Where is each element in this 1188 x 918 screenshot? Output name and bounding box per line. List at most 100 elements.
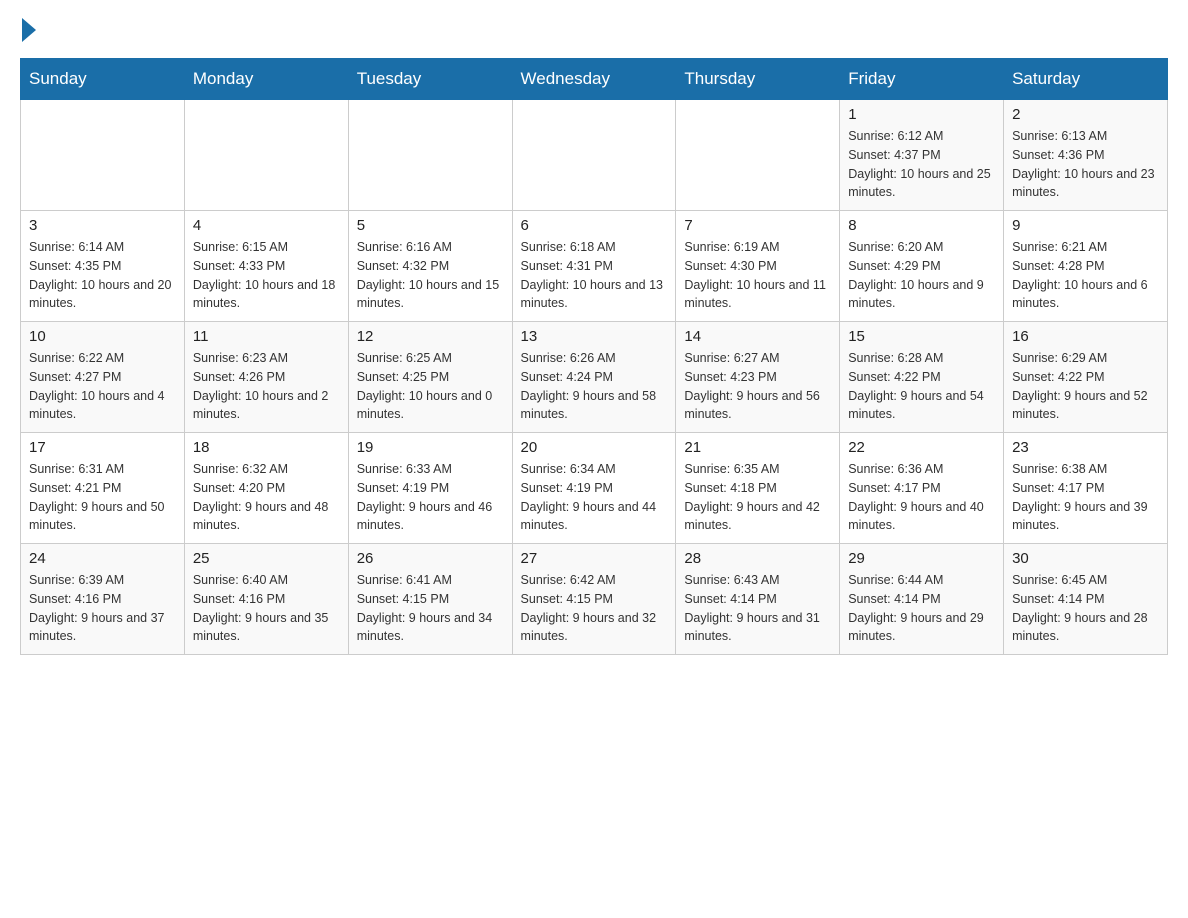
calendar-week-row: 1 Sunrise: 6:12 AMSunset: 4:37 PMDaylight… — [21, 100, 1168, 211]
day-number: 19 — [357, 439, 504, 456]
calendar-cell: 30Sunrise: 6:45 AMSunset: 4:14 PMDayligh… — [1004, 544, 1168, 655]
day-number: 24 — [29, 550, 176, 567]
calendar-header-row: SundayMondayTuesdayWednesdayThursdayFrid… — [21, 59, 1168, 100]
calendar-cell: 11Sunrise: 6:23 AMSunset: 4:26 PMDayligh… — [184, 322, 348, 433]
day-info: Sunrise: 6:40 AMSunset: 4:16 PMDaylight:… — [193, 571, 340, 646]
calendar-week-row: 10 Sunrise: 6:22 AMSunset: 4:27 PMDayligh… — [21, 322, 1168, 433]
day-info: Sunrise: 6:18 AMSunset: 4:31 PMDaylight:… — [521, 238, 668, 313]
calendar-cell: 25 Sunrise: 6:40 AMSunset: 4:16 PMDayligh… — [184, 544, 348, 655]
day-info: Sunrise: 6:22 AMSunset: 4:27 PMDaylight:… — [29, 349, 176, 424]
calendar-cell: 22Sunrise: 6:36 AMSunset: 4:17 PMDayligh… — [840, 433, 1004, 544]
day-info: Sunrise: 6:33 AMSunset: 4:19 PMDaylight:… — [357, 460, 504, 535]
calendar-cell: 5 Sunrise: 6:16 AMSunset: 4:32 PMDaylight… — [348, 211, 512, 322]
day-number: 5 — [357, 217, 504, 234]
day-info: Sunrise: 6:16 AMSunset: 4:32 PMDaylight:… — [357, 238, 504, 313]
day-number: 23 — [1012, 439, 1159, 456]
calendar-cell: 27Sunrise: 6:42 AMSunset: 4:15 PMDayligh… — [512, 544, 676, 655]
day-info: Sunrise: 6:15 AMSunset: 4:33 PMDaylight:… — [193, 238, 340, 313]
calendar-cell: 1 Sunrise: 6:12 AMSunset: 4:37 PMDaylight… — [840, 100, 1004, 211]
calendar-week-row: 17 Sunrise: 6:31 AMSunset: 4:21 PMDayligh… — [21, 433, 1168, 544]
day-info: Sunrise: 6:32 AMSunset: 4:20 PMDaylight:… — [193, 460, 340, 535]
day-info: Sunrise: 6:26 AMSunset: 4:24 PMDaylight:… — [521, 349, 668, 424]
calendar-cell — [184, 100, 348, 211]
day-number: 29 — [848, 550, 995, 567]
day-info: Sunrise: 6:35 AMSunset: 4:18 PMDaylight:… — [684, 460, 831, 535]
day-number: 30 — [1012, 550, 1159, 567]
day-number: 25 — [193, 550, 340, 567]
calendar-cell: 6 Sunrise: 6:18 AMSunset: 4:31 PMDaylight… — [512, 211, 676, 322]
day-info: Sunrise: 6:21 AMSunset: 4:28 PMDaylight:… — [1012, 238, 1159, 313]
day-info: Sunrise: 6:36 AMSunset: 4:17 PMDaylight:… — [848, 460, 995, 535]
day-number: 21 — [684, 439, 831, 456]
calendar-cell: 24 Sunrise: 6:39 AMSunset: 4:16 PMDayligh… — [21, 544, 185, 655]
calendar-cell: 20Sunrise: 6:34 AMSunset: 4:19 PMDayligh… — [512, 433, 676, 544]
calendar-cell — [676, 100, 840, 211]
calendar-cell: 23 Sunrise: 6:38 AMSunset: 4:17 PMDayligh… — [1004, 433, 1168, 544]
calendar-cell: 17 Sunrise: 6:31 AMSunset: 4:21 PMDayligh… — [21, 433, 185, 544]
day-number: 20 — [521, 439, 668, 456]
calendar-cell: 29 Sunrise: 6:44 AMSunset: 4:14 PMDayligh… — [840, 544, 1004, 655]
calendar-cell — [512, 100, 676, 211]
day-number: 17 — [29, 439, 176, 456]
day-of-week-header: Saturday — [1004, 59, 1168, 100]
day-number: 18 — [193, 439, 340, 456]
day-number: 13 — [521, 328, 668, 345]
day-info: Sunrise: 6:29 AMSunset: 4:22 PMDaylight:… — [1012, 349, 1159, 424]
day-number: 10 — [29, 328, 176, 345]
day-of-week-header: Tuesday — [348, 59, 512, 100]
day-info: Sunrise: 6:14 AMSunset: 4:35 PMDaylight:… — [29, 238, 176, 313]
calendar-cell: 19 Sunrise: 6:33 AMSunset: 4:19 PMDayligh… — [348, 433, 512, 544]
day-of-week-header: Wednesday — [512, 59, 676, 100]
calendar-cell: 28Sunrise: 6:43 AMSunset: 4:14 PMDayligh… — [676, 544, 840, 655]
calendar-cell: 18 Sunrise: 6:32 AMSunset: 4:20 PMDayligh… — [184, 433, 348, 544]
day-number: 15 — [848, 328, 995, 345]
day-number: 16 — [1012, 328, 1159, 345]
day-info: Sunrise: 6:28 AMSunset: 4:22 PMDaylight:… — [848, 349, 995, 424]
day-info: Sunrise: 6:27 AMSunset: 4:23 PMDaylight:… — [684, 349, 831, 424]
day-number: 6 — [521, 217, 668, 234]
calendar-cell — [348, 100, 512, 211]
calendar-cell: 7Sunrise: 6:19 AMSunset: 4:30 PMDaylight… — [676, 211, 840, 322]
day-number: 4 — [193, 217, 340, 234]
day-number: 11 — [193, 328, 340, 345]
calendar-week-row: 3 Sunrise: 6:14 AMSunset: 4:35 PMDaylight… — [21, 211, 1168, 322]
calendar-cell: 16 Sunrise: 6:29 AMSunset: 4:22 PMDayligh… — [1004, 322, 1168, 433]
day-of-week-header: Thursday — [676, 59, 840, 100]
day-number: 2 — [1012, 106, 1159, 123]
calendar-cell — [21, 100, 185, 211]
calendar-cell: 14Sunrise: 6:27 AMSunset: 4:23 PMDayligh… — [676, 322, 840, 433]
calendar-cell: 8Sunrise: 6:20 AMSunset: 4:29 PMDaylight… — [840, 211, 1004, 322]
calendar-cell: 3 Sunrise: 6:14 AMSunset: 4:35 PMDaylight… — [21, 211, 185, 322]
day-info: Sunrise: 6:38 AMSunset: 4:17 PMDaylight:… — [1012, 460, 1159, 535]
day-info: Sunrise: 6:43 AMSunset: 4:14 PMDaylight:… — [684, 571, 831, 646]
calendar-cell: 21 Sunrise: 6:35 AMSunset: 4:18 PMDayligh… — [676, 433, 840, 544]
day-info: Sunrise: 6:39 AMSunset: 4:16 PMDaylight:… — [29, 571, 176, 646]
calendar-cell: 9Sunrise: 6:21 AMSunset: 4:28 PMDaylight… — [1004, 211, 1168, 322]
logo-arrow-icon — [22, 18, 36, 42]
page-header — [20, 20, 1168, 38]
day-of-week-header: Friday — [840, 59, 1004, 100]
calendar-cell: 15 Sunrise: 6:28 AMSunset: 4:22 PMDayligh… — [840, 322, 1004, 433]
day-info: Sunrise: 6:31 AMSunset: 4:21 PMDaylight:… — [29, 460, 176, 535]
day-of-week-header: Sunday — [21, 59, 185, 100]
calendar-cell: 10 Sunrise: 6:22 AMSunset: 4:27 PMDayligh… — [21, 322, 185, 433]
logo-top — [20, 20, 36, 42]
calendar-cell: 4 Sunrise: 6:15 AMSunset: 4:33 PMDaylight… — [184, 211, 348, 322]
day-of-week-header: Monday — [184, 59, 348, 100]
day-number: 26 — [357, 550, 504, 567]
calendar-cell: 2 Sunrise: 6:13 AMSunset: 4:36 PMDaylight… — [1004, 100, 1168, 211]
day-info: Sunrise: 6:12 AMSunset: 4:37 PMDaylight:… — [848, 127, 995, 202]
calendar-week-row: 24 Sunrise: 6:39 AMSunset: 4:16 PMDayligh… — [21, 544, 1168, 655]
logo — [20, 20, 36, 38]
calendar-table: SundayMondayTuesdayWednesdayThursdayFrid… — [20, 58, 1168, 655]
day-number: 12 — [357, 328, 504, 345]
calendar-cell: 26Sunrise: 6:41 AMSunset: 4:15 PMDayligh… — [348, 544, 512, 655]
day-number: 1 — [848, 106, 995, 123]
day-number: 3 — [29, 217, 176, 234]
calendar-cell: 13 Sunrise: 6:26 AMSunset: 4:24 PMDayligh… — [512, 322, 676, 433]
day-info: Sunrise: 6:20 AMSunset: 4:29 PMDaylight:… — [848, 238, 995, 313]
day-number: 27 — [521, 550, 668, 567]
day-number: 7 — [684, 217, 831, 234]
day-info: Sunrise: 6:13 AMSunset: 4:36 PMDaylight:… — [1012, 127, 1159, 202]
day-info: Sunrise: 6:44 AMSunset: 4:14 PMDaylight:… — [848, 571, 995, 646]
